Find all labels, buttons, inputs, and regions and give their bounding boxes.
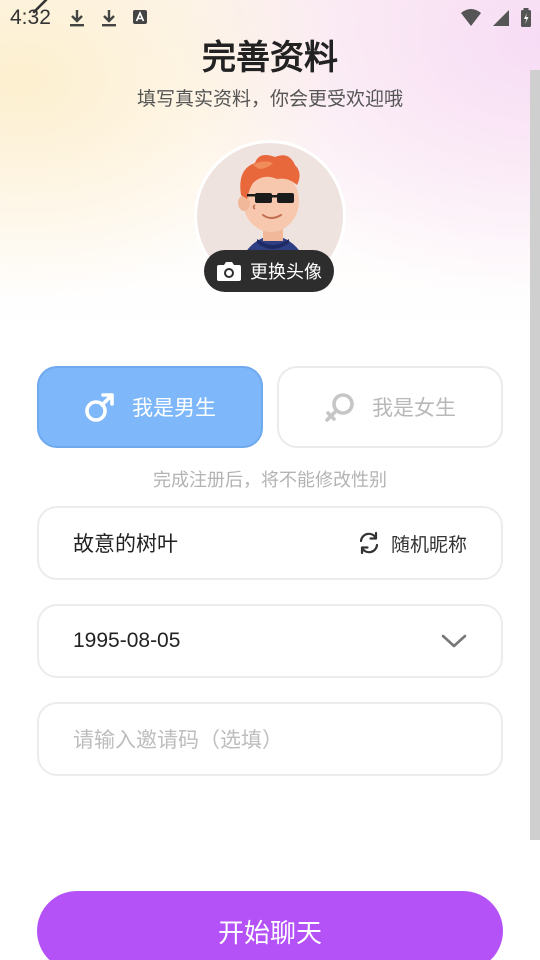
invite-code-input[interactable]: 请输入邀请码（选填）	[37, 702, 503, 776]
download-icon	[102, 10, 116, 27]
female-symbol-icon	[325, 393, 354, 422]
font-icon	[133, 10, 147, 24]
invite-code-placeholder: 请输入邀请码（选填）	[73, 728, 283, 752]
refresh-icon	[359, 531, 379, 555]
download-icon	[70, 10, 84, 27]
page-title: 完善资料	[202, 38, 338, 78]
change-avatar-button[interactable]: 更换头像	[204, 250, 334, 292]
back-arrow-icon[interactable]	[28, 0, 52, 24]
scrollbar[interactable]	[530, 70, 540, 840]
page-subtitle: 填写真实资料，你会更受欢迎哦	[136, 88, 403, 110]
start-chat-button[interactable]: 开始聊天	[37, 891, 503, 960]
random-nickname-label: 随机昵称	[390, 533, 467, 556]
wifi-icon	[461, 9, 481, 26]
gender-female-button[interactable]: 我是女生	[277, 366, 503, 448]
birthday-value: 1995-08-05	[73, 629, 181, 652]
signal-icon	[493, 10, 509, 26]
status-notifications	[68, 8, 148, 28]
status-system-icons	[460, 8, 532, 28]
status-bar: 4:32	[0, 0, 540, 36]
gender-female-label: 我是女生	[372, 396, 456, 420]
gender-male-label: 我是男生	[132, 396, 216, 420]
camera-icon	[217, 262, 241, 281]
nickname-field[interactable]: 故意的树叶 随机昵称	[37, 506, 503, 580]
battery-icon	[521, 8, 531, 27]
gender-hint: 完成注册后，将不能修改性别	[153, 470, 387, 491]
random-nickname-button[interactable]: 随机昵称	[357, 530, 467, 557]
birthday-select[interactable]: 1995-08-05	[37, 604, 503, 678]
start-chat-label: 开始聊天	[217, 918, 322, 949]
male-symbol-icon	[85, 393, 114, 422]
chevron-down-icon	[441, 634, 467, 648]
gender-male-button[interactable]: 我是男生	[37, 366, 263, 448]
change-avatar-label: 更换头像	[250, 262, 322, 283]
nickname-value[interactable]: 故意的树叶	[73, 528, 178, 558]
